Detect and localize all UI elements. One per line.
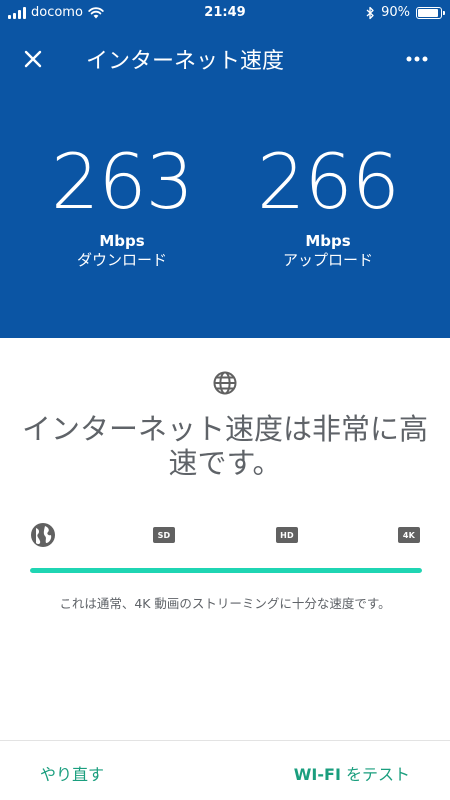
more-options-button[interactable] <box>402 44 432 74</box>
quality-scale: SD HD 4K <box>30 522 422 548</box>
download-result: 263 Mbps ダウンロード <box>32 140 212 270</box>
close-icon <box>24 50 42 68</box>
globe-icon <box>31 523 55 547</box>
upload-result: 266 Mbps アップロード <box>238 140 418 270</box>
test-wifi-label-rest: をテスト <box>340 765 410 784</box>
4k-icon: 4K <box>398 527 420 543</box>
close-button[interactable] <box>18 44 48 74</box>
download-speed-unit: Mbps <box>99 232 145 250</box>
battery-percent: 90% <box>381 5 410 20</box>
status-bar: docomo 21:49 90% <box>0 0 450 26</box>
quality-progress-fill <box>30 568 422 573</box>
upload-label: アップロード <box>282 251 373 269</box>
more-horizontal-icon <box>406 56 428 62</box>
bottom-action-bar: やり直す WI-FI をテスト <box>0 740 450 800</box>
hd-icon: HD <box>276 527 298 543</box>
sd-icon: SD <box>153 527 175 543</box>
download-speed-value: 263 <box>50 137 194 226</box>
speed-summary-headline: インターネット速度は非常に高速です。 <box>21 412 428 480</box>
quality-progress-bar <box>30 568 422 573</box>
battery-level <box>418 8 438 17</box>
page-title: インターネット速度 <box>86 49 285 74</box>
speed-summary-description: これは通常、4K 動画のストリーミングに十分な速度です。 <box>59 596 391 611</box>
globe-icon <box>213 371 237 395</box>
speed-test-screen: docomo 21:49 90% インターネット速度 263 Mbps ダウンロ… <box>0 0 450 800</box>
upload-speed-unit: Mbps <box>305 232 351 250</box>
download-label: ダウンロード <box>76 251 167 269</box>
retry-button[interactable]: やり直す <box>40 761 104 785</box>
upload-speed-value: 266 <box>256 137 400 226</box>
test-wifi-button[interactable]: WI-FI をテスト <box>294 761 410 785</box>
app-bar: インターネット速度 <box>0 30 450 86</box>
results-panel: docomo 21:49 90% インターネット速度 263 Mbps ダウンロ… <box>0 0 450 338</box>
battery-icon <box>416 6 445 19</box>
bluetooth-icon <box>366 6 374 19</box>
test-wifi-label-strong: WI-FI <box>293 765 341 784</box>
